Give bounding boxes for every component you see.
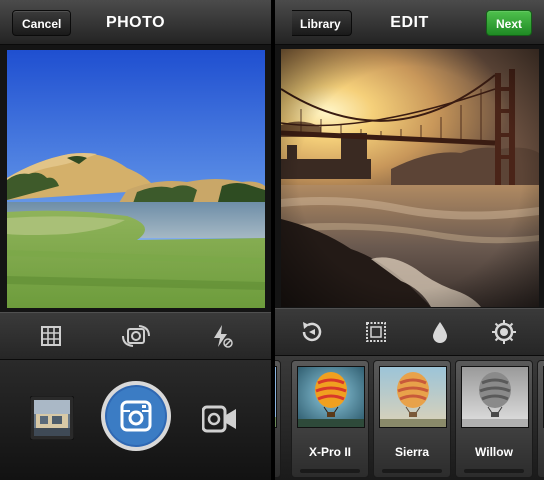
filter-normal[interactable]: [275, 360, 281, 478]
balloon-thumbnail: [461, 366, 529, 428]
filter-indicator: [382, 469, 442, 473]
flash-off-icon[interactable]: [208, 323, 234, 349]
filter-x-pro-ii[interactable]: X-Pro II: [291, 360, 369, 478]
balloon-thumbnail: [379, 366, 447, 428]
grid-icon[interactable]: [38, 323, 64, 349]
filter-sierra[interactable]: Sierra: [373, 360, 451, 478]
shutter-button[interactable]: [100, 380, 172, 452]
camera-navbar: Cancel PHOTO: [0, 0, 271, 45]
viewfinder-photo[interactable]: [7, 50, 265, 308]
filter-strip: X-Pro II Sierra Willow: [275, 356, 544, 480]
edit-toolbar: [275, 308, 544, 356]
camera-bottom-bar: [0, 360, 271, 480]
border-frame-icon[interactable]: [363, 319, 389, 345]
tilt-shift-drop-icon[interactable]: [427, 319, 453, 345]
filter-willow[interactable]: Willow: [455, 360, 533, 478]
camera-screen: Cancel PHOTO: [0, 0, 271, 480]
filter-label: Willow: [475, 445, 513, 459]
camera-switch-icon[interactable]: [121, 323, 151, 349]
edit-photo: [281, 49, 539, 307]
balloon-thumbnail: [275, 366, 277, 428]
edit-screen: Library EDIT Next X-Pro II Sierra Willow: [275, 0, 544, 480]
edit-navbar: Library EDIT Next: [275, 0, 544, 45]
filter-indicator: [464, 469, 524, 473]
next-button[interactable]: Next: [485, 10, 532, 36]
filter-label: Sierra: [394, 445, 430, 459]
balloon-thumbnail: [297, 366, 365, 428]
filter-label: X-Pro II: [308, 445, 351, 459]
camera-title: PHOTO: [105, 14, 166, 31]
filter-next-partial[interactable]: [537, 360, 544, 478]
rotate-icon[interactable]: [299, 319, 325, 345]
filter-indicator: [300, 469, 360, 473]
video-mode-icon[interactable]: [202, 405, 238, 433]
lux-sun-icon[interactable]: [491, 319, 517, 345]
camera-toolbar: [0, 312, 271, 360]
gallery-thumbnail[interactable]: [30, 396, 74, 440]
